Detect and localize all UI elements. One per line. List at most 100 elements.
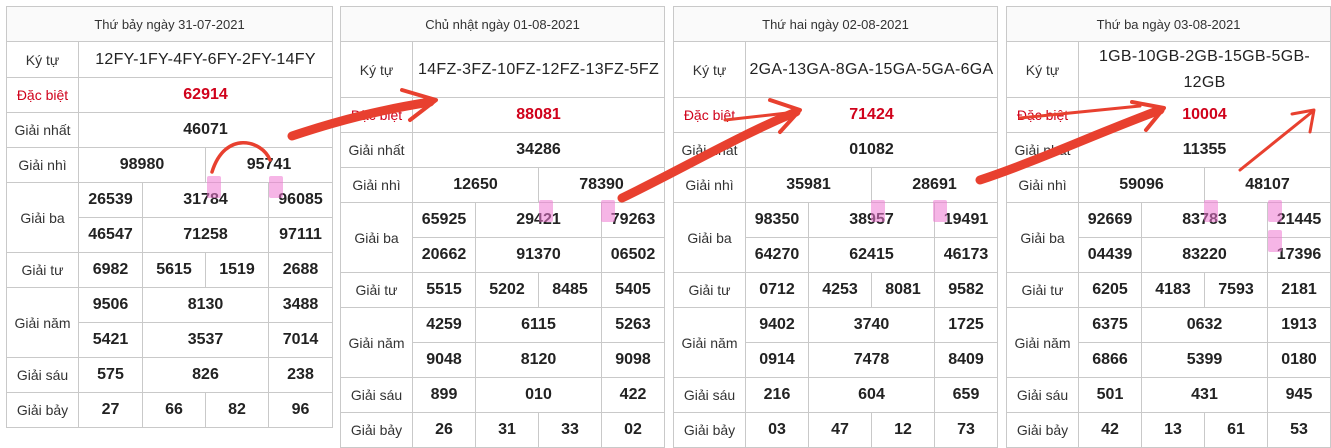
fourth-prize-number: 6982 [78,252,143,288]
third-prize-label: Giải ba [1006,202,1079,273]
fourth-prize-number: 6205 [1078,272,1142,308]
second-prize-number: 12650 [412,167,539,203]
fifth-prize-label: Giải năm [673,307,746,378]
third-prize-number: 04439 [1078,237,1142,273]
special-prize-number: 10004 [1077,97,1331,133]
seventh-prize-number: 47 [808,412,872,448]
fourth-prize-label: Giải tư [6,252,79,288]
seventh-prize-number: 26 [412,412,476,448]
draw-date-title: Thứ ba ngày 03-08-2021 [1005,6,1331,42]
fifth-prize-label: Giải năm [6,287,79,358]
highlight-mark [1268,230,1282,252]
fourth-prize-number: 7593 [1204,272,1268,308]
third-prize-number: 31784 [142,182,269,218]
second-prize-number: 59096 [1078,167,1205,203]
seventh-prize-number: 31 [475,412,539,448]
seventh-prize-number: 42 [1078,412,1142,448]
fifth-prize-number: 8120 [475,342,602,378]
third-prize-number: 91370 [475,237,602,273]
first-prize-label: Giải nhất [6,112,79,148]
fifth-prize-number: 9098 [600,342,666,378]
fourth-prize-number: 4253 [808,272,872,308]
second-prize-label: Giải nhì [1006,167,1079,203]
third-prize-number: 26539 [78,182,143,218]
fourth-prize-number: 5202 [475,272,539,308]
special-prize-number: 62914 [77,77,334,113]
fifth-prize-number: 0632 [1141,307,1268,343]
third-prize-number: 46547 [78,217,143,253]
seventh-prize-number: 13 [1141,412,1205,448]
sixth-prize-number: 431 [1141,377,1268,413]
fifth-prize-number: 6866 [1078,342,1142,378]
third-prize-number: 46173 [933,237,999,273]
fourth-prize-label: Giải tư [673,272,746,308]
highlight-mark [933,200,947,222]
fifth-prize-label: Giải năm [340,307,413,378]
second-prize-number: 28691 [870,167,999,203]
fifth-prize-number: 1913 [1266,307,1331,343]
draw-date-title: Chủ nhật ngày 01-08-2021 [339,6,666,42]
first-prize-label: Giải nhất [1006,132,1079,168]
sixth-prize-label: Giải sáu [1006,377,1079,413]
fifth-prize-number: 1725 [933,307,999,343]
second-prize-label: Giải nhì [340,167,413,203]
seventh-prize-number: 27 [78,392,143,428]
fifth-prize-number: 0180 [1266,342,1331,378]
third-prize-number: 65925 [412,202,476,238]
seventh-prize-number: 66 [142,392,206,428]
sixth-prize-label: Giải sáu [340,377,413,413]
seventh-prize-number: 03 [745,412,809,448]
third-prize-label: Giải ba [673,202,746,273]
lottery-results-table: Thứ bảy ngày 31-07-2021 Ký tự 12FY-1FY-4FY… [5,6,334,428]
fourth-prize-number: 9582 [933,272,999,308]
fifth-prize-number: 7478 [808,342,935,378]
third-prize-number: 62415 [808,237,935,273]
fourth-prize-label: Giải tư [1006,272,1079,308]
fifth-prize-number: 9506 [78,287,143,323]
first-prize-number: 46071 [77,112,334,148]
fourth-prize-number: 0712 [745,272,809,308]
fifth-prize-number: 6115 [475,307,602,343]
highlight-mark [601,200,615,222]
lottery-results-table: Thứ hai ngày 02-08-2021 Ký tự 2GA-13GA-8GA… [672,6,999,448]
code-label: Ký tự [673,41,746,98]
fifth-prize-number: 5399 [1141,342,1268,378]
third-prize-number: 71258 [142,217,269,253]
lottery-results-table: Thứ ba ngày 03-08-2021 Ký tự 1GB-10GB-2GB-… [1005,6,1331,448]
sixth-prize-number: 826 [142,357,269,393]
fourth-prize-number: 5615 [142,252,206,288]
fourth-prize-number: 4183 [1141,272,1205,308]
seventh-prize-number: 33 [538,412,602,448]
fifth-prize-number: 4259 [412,307,476,343]
sixth-prize-number: 216 [745,377,809,413]
second-prize-number: 35981 [745,167,872,203]
ticket-code: 14FZ-3FZ-10FZ-12FZ-13FZ-5FZ [411,41,666,98]
second-prize-number: 98980 [78,147,206,183]
third-prize-number: 97111 [267,217,334,253]
fourth-prize-number: 1519 [205,252,269,288]
sixth-prize-number: 899 [412,377,476,413]
lottery-results-table: Chủ nhật ngày 01-08-2021 Ký tự 14FZ-3FZ-10… [339,6,666,448]
seventh-prize-label: Giải bảy [673,412,746,448]
fifth-prize-number: 3488 [267,287,334,323]
fifth-prize-number: 9402 [745,307,809,343]
highlight-mark [1204,200,1218,222]
sixth-prize-number: 575 [78,357,143,393]
highlight-mark [539,200,553,222]
highlight-mark [269,176,283,198]
seventh-prize-number: 02 [600,412,666,448]
seventh-prize-number: 73 [933,412,999,448]
sixth-prize-number: 604 [808,377,935,413]
third-prize-number: 20662 [412,237,476,273]
special-prize-label: Đặc biệt [673,97,746,133]
draw-date-title: Thứ bảy ngày 31-07-2021 [5,6,334,42]
special-prize-label: Đặc biệt [340,97,413,133]
ticket-code: 1GB-10GB-2GB-15GB-5GB-12GB [1077,41,1331,98]
seventh-prize-label: Giải bảy [1006,412,1079,448]
fourth-prize-number: 2688 [267,252,334,288]
fourth-prize-number: 5515 [412,272,476,308]
seventh-prize-number: 82 [205,392,269,428]
code-label: Ký tự [1006,41,1079,98]
fifth-prize-number: 5421 [78,322,143,358]
third-prize-number: 92669 [1078,202,1142,238]
